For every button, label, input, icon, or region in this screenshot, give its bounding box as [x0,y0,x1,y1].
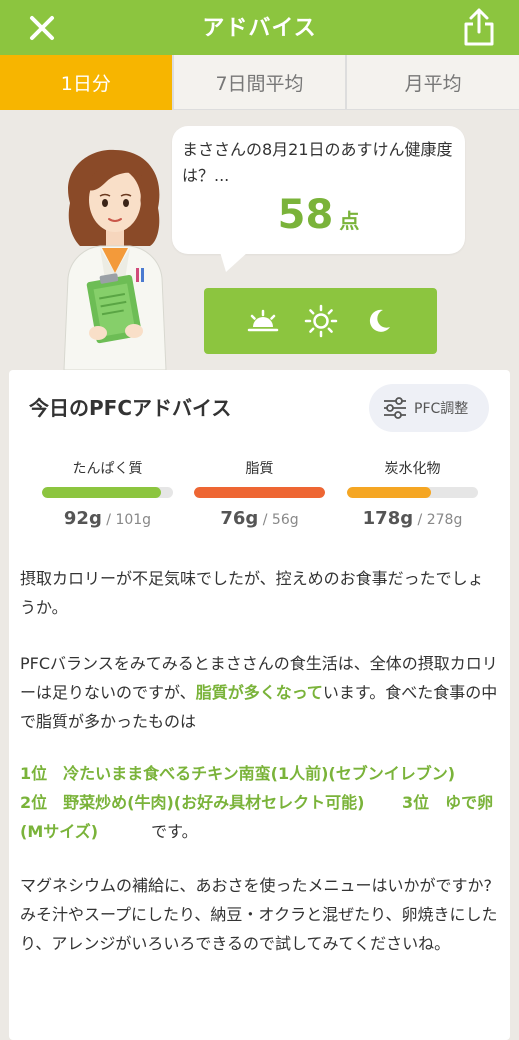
macro-protein: たんぱく質 92g / 101g [42,458,173,529]
macro-progress-fill [194,487,325,498]
page-title: アドバイス [202,16,317,41]
pfc-adjust-button[interactable]: PFC調整 [369,384,489,432]
pfc-adjust-label: PFC調整 [414,401,469,417]
macro-values: 76g / 56g [194,508,325,529]
health-score-unit: 点 [339,209,360,233]
time-of-day-selector [204,288,437,354]
macro-label: 脂質 [245,461,274,477]
macro-fat: 脂質 76g / 56g [194,458,325,529]
share-icon[interactable] [461,6,497,48]
ranking-list: 1位 冷たいまま食べるチキン南蛮(1人前)(セブンイレブン) 2位 野菜炒め(牛… [20,764,494,841]
advice-paragraph-pfc-balance: PFCバランスをみてみるとまささんの食生活は、全体の摂取カロリーは足りないのです… [20,649,498,736]
tab-monthly-average[interactable]: 月平均 [345,55,519,110]
pfc-advice-card: 今日のPFCアドバイス PFC調整 たんぱく質 92g / 101g 脂質 76… [9,370,510,1040]
macro-progress-bar [194,487,325,498]
health-score: 58 点 [172,192,465,238]
fat-warning-highlight: 脂質が多くなって [195,683,323,702]
macro-progress-fill [347,487,431,498]
moon-icon[interactable] [361,303,397,339]
ranking-suffix: です。 [98,822,198,841]
sun-icon[interactable] [303,303,339,339]
sunrise-icon[interactable] [245,303,281,339]
score-speech-bubble: まささんの8月21日のあすけん健康度は？... 58 点 [172,126,465,272]
macro-progress-fill [42,487,162,498]
advisor-avatar [63,149,167,370]
macro-values: 92g / 101g [42,508,173,529]
health-score-value: 58 [277,192,334,238]
macro-progress-bar [347,487,478,498]
macro-target: / 101g [101,512,152,528]
bubble-message: まささんの8月21日のあすけん健康度は？... [182,140,453,185]
tab-7-day-average[interactable]: 7日間平均 [171,55,346,110]
macro-label: 炭水化物 [384,461,441,477]
sliders-icon [384,397,406,419]
macro-label: たんぱく質 [72,461,143,477]
macro-value: 76g [220,508,259,529]
fat-food-ranking: 1位 冷たいまま食べるチキン南蛮(1人前)(セブンイレブン) 2位 野菜炒め(牛… [20,759,498,846]
macro-value: 92g [63,508,102,529]
macro-carbohydrate: 炭水化物 178g / 278g [347,458,478,529]
advice-paragraph-magnesium: マグネシウムの補給に、あおさを使ったメニューはいかがですか?みそ汁やスープにした… [20,876,498,953]
app-header: アドバイス [0,0,519,55]
macro-target: / 56g [258,512,299,528]
macro-target: / 278g [413,512,463,528]
period-tabs: 1日分 7日間平均 月平均 [0,55,519,110]
tab-1-day[interactable]: 1日分 [0,55,172,110]
macro-progress-bar [42,487,173,498]
macro-values: 178g / 278g [347,508,478,529]
bubble-tail [220,252,248,272]
card-title: 今日のPFCアドバイス [29,396,232,420]
macro-value: 178g [362,508,414,529]
advice-paragraph-calories: 摂取カロリーが不足気味でしたが、控えめのお食事だったでしょうか。 [20,569,484,617]
